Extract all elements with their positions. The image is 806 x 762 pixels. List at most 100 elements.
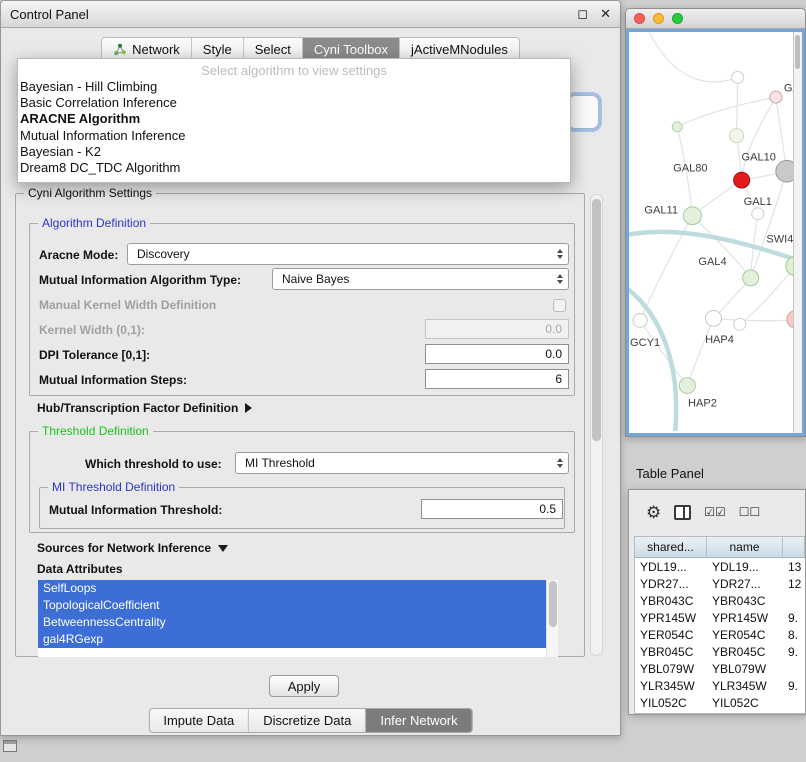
select-all-columns-icon[interactable]: ☑☑	[704, 505, 726, 519]
network-node[interactable]	[752, 208, 764, 220]
scrollbar-track[interactable]	[546, 580, 558, 657]
mi-steps-field[interactable]: 6	[425, 369, 569, 389]
hub-definition-expander[interactable]: Hub/Transcription Factor Definition	[37, 401, 252, 415]
network-node[interactable]	[734, 318, 746, 330]
table-cell[interactable]: YDL19...	[707, 560, 783, 574]
mi-threshold-field[interactable]: 0.5	[421, 499, 563, 519]
list-item-betweennesscentrality[interactable]: BetweennessCentrality	[38, 614, 546, 631]
column-header-clipped[interactable]	[783, 537, 805, 557]
table-cell[interactable]: YBR043C	[635, 594, 707, 608]
table-row[interactable]: YBL079W YBL079W	[635, 660, 805, 677]
table-cell[interactable]: YDL19...	[635, 560, 707, 574]
table-cell[interactable]: YER054C	[635, 628, 707, 642]
close-window-icon[interactable]: ✕	[600, 6, 611, 22]
table-cell[interactable]: 9.	[783, 679, 805, 693]
float-window-icon[interactable]: ◻	[577, 6, 588, 22]
table-cell[interactable]: YBL079W	[707, 662, 783, 676]
table-cell[interactable]: 9.	[783, 645, 805, 659]
mi-type-select[interactable]: Naive Bayes	[272, 268, 569, 290]
network-node[interactable]	[734, 172, 750, 188]
network-node[interactable]	[732, 72, 744, 84]
gear-icon[interactable]: ⚙	[646, 504, 661, 521]
column-header-name[interactable]: name	[707, 537, 783, 557]
network-graph[interactable]: GAL GAL80 GAL10 GAL11 GAL1 SWI4 GAL4 GCY…	[629, 32, 802, 433]
network-node[interactable]	[633, 313, 647, 327]
deselect-columns-icon[interactable]: ☐☐	[739, 505, 761, 519]
tab-infer-network[interactable]: Infer Network	[366, 709, 471, 732]
table-cell[interactable]: YBR045C	[635, 645, 707, 659]
dropdown-item-bayesian-k2[interactable]: Bayesian - K2	[18, 144, 570, 160]
network-node[interactable]	[705, 311, 721, 327]
sources-expander[interactable]: Sources for Network Inference	[37, 541, 228, 555]
table-row[interactable]: YDL19... YDL19... 13	[635, 558, 805, 575]
table-cell[interactable]: 9.	[783, 611, 805, 625]
control-panel-titlebar[interactable]: Control Panel ◻ ✕	[1, 1, 620, 28]
table-row[interactable]: YDR27... YDR27... 12	[635, 575, 805, 592]
desktop: Control Panel ◻ ✕ Network Style	[0, 0, 806, 762]
network-node[interactable]	[683, 207, 701, 225]
table-cell[interactable]: YPR145W	[707, 611, 783, 625]
network-scrollbar-track[interactable]	[793, 32, 802, 433]
which-threshold-label: Which threshold to use:	[85, 457, 222, 471]
table-cell[interactable]: YDR27...	[707, 577, 783, 591]
which-threshold-select[interactable]: MI Threshold	[235, 452, 569, 474]
table-cell[interactable]: 13	[783, 560, 805, 574]
network-node[interactable]	[743, 270, 759, 286]
chevron-right-icon	[245, 403, 252, 413]
network-canvas[interactable]: GAL GAL80 GAL10 GAL11 GAL1 SWI4 GAL4 GCY…	[626, 29, 805, 436]
network-node-label: GAL1	[744, 196, 772, 208]
table-cell[interactable]: YER054C	[707, 628, 783, 642]
settings-scrollbar-track[interactable]	[590, 194, 603, 656]
network-window-titlebar[interactable]	[626, 9, 805, 29]
table-cell[interactable]: YDR27...	[635, 577, 707, 591]
apply-button[interactable]: Apply	[269, 675, 339, 697]
table-cell[interactable]: YPR145W	[635, 611, 707, 625]
dropdown-item-bayesian-hill-climbing[interactable]: Bayesian - Hill Climbing	[18, 79, 570, 95]
tab-impute-data[interactable]: Impute Data	[149, 709, 249, 732]
group-title: Threshold Definition	[38, 424, 153, 438]
zoom-button[interactable]	[672, 13, 683, 24]
dropdown-item-aracne[interactable]: ARACNE Algorithm	[18, 111, 570, 127]
table-row[interactable]: YBR043C YBR043C	[635, 592, 805, 609]
scrollbar-thumb[interactable]	[795, 35, 800, 69]
column-header-shared-name[interactable]: shared...	[635, 537, 707, 557]
network-node[interactable]	[770, 91, 782, 103]
minimize-button[interactable]	[653, 13, 664, 24]
dropdown-item-basic-correlation[interactable]: Basic Correlation Inference	[18, 95, 570, 111]
table-cell[interactable]: YLR345W	[635, 679, 707, 693]
table-row[interactable]: YBR045C YBR045C 9.	[635, 643, 805, 660]
algorithm-combobox-fragment[interactable]	[568, 95, 599, 129]
close-button[interactable]	[634, 13, 645, 24]
table-cell[interactable]: YBR045C	[707, 645, 783, 659]
scrollbar-thumb[interactable]	[592, 199, 601, 441]
table-cell[interactable]: YIL052C	[707, 696, 783, 710]
list-item-topologicalcoefficient[interactable]: TopologicalCoefficient	[38, 597, 546, 614]
table-row[interactable]: YLR345W YLR345W 9.	[635, 677, 805, 694]
aracne-mode-select[interactable]: Discovery	[127, 243, 569, 265]
dropdown-item-mutual-information[interactable]: Mutual Information Inference	[18, 128, 570, 144]
table-cell[interactable]: 12	[783, 577, 805, 591]
network-node[interactable]	[730, 129, 744, 143]
list-item-gal4rgexp[interactable]: gal4RGexp	[38, 631, 546, 648]
scrollbar-thumb[interactable]	[549, 581, 557, 627]
dpi-tolerance-field[interactable]: 0.0	[425, 344, 569, 364]
dropdown-item-dream8[interactable]: Dream8 DC_TDC Algorithm	[18, 160, 570, 176]
table-cell[interactable]: YLR345W	[707, 679, 783, 693]
table-cell[interactable]: 8.	[783, 628, 805, 642]
table-row[interactable]: YER054C YER054C 8.	[635, 626, 805, 643]
table-cell[interactable]: YBL079W	[635, 662, 707, 676]
network-node[interactable]	[679, 378, 695, 394]
network-node[interactable]	[672, 122, 682, 132]
kernel-width-field: 0.0	[425, 319, 569, 339]
table-cell[interactable]: YIL052C	[635, 696, 707, 710]
list-item-selfloops[interactable]: SelfLoops	[38, 580, 546, 597]
columns-icon[interactable]	[674, 505, 691, 520]
tab-discretize-data[interactable]: Discretize Data	[249, 709, 366, 732]
restore-panel-icon[interactable]	[3, 740, 17, 752]
sources-label: Sources for Network Inference	[37, 541, 211, 555]
table-row[interactable]: YPR145W YPR145W 9.	[635, 609, 805, 626]
network-node-label: GAL4	[698, 256, 726, 268]
table-cell[interactable]: YBR043C	[707, 594, 783, 608]
table-row[interactable]: YIL052C YIL052C	[635, 694, 805, 711]
chevron-down-icon	[218, 545, 228, 552]
